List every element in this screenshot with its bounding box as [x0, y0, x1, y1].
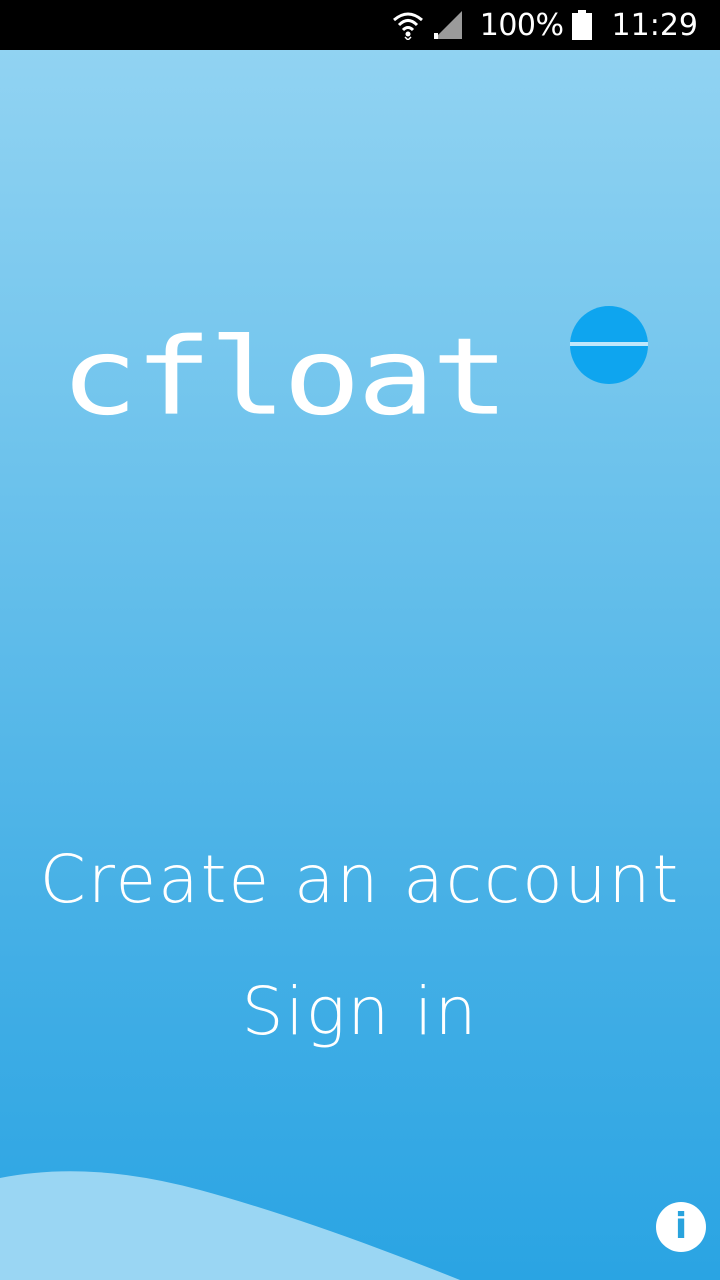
- battery-icon: [571, 10, 592, 40]
- info-icon: i: [674, 1206, 688, 1247]
- screen: 100% 11:29 cfloat Create an account Sign…: [0, 0, 720, 1280]
- welcome-content: cfloat Create an account Sign in i: [0, 50, 720, 1280]
- battery-percent: 100%: [479, 7, 564, 43]
- info-button[interactable]: i: [656, 1202, 706, 1252]
- clock: 11:29: [611, 7, 698, 43]
- status-bar: 100% 11:29: [0, 0, 720, 50]
- create-account-button[interactable]: Create an account: [0, 840, 720, 920]
- wifi-icon: [392, 12, 423, 40]
- bottom-wave: [0, 1171, 460, 1280]
- signal-icon: [433, 11, 462, 39]
- app-logo: cfloat: [60, 300, 660, 430]
- sign-in-button[interactable]: Sign in: [0, 972, 720, 1052]
- logo-dot-icon: [570, 306, 648, 384]
- logo-wordmark: cfloat: [60, 314, 510, 440]
